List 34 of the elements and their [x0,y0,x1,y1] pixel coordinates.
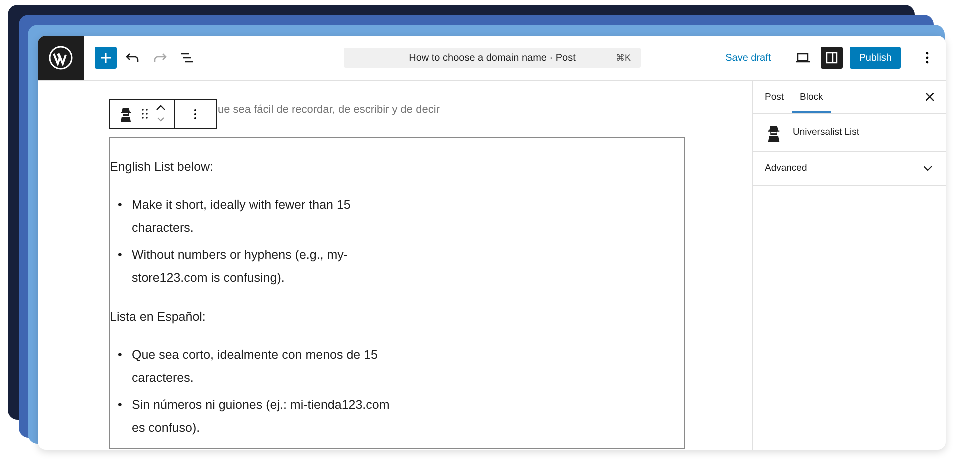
chevron-icon [924,166,932,171]
list-view-icon [180,53,194,63]
undo-icon [126,53,140,63]
bullet: • [118,347,123,364]
settings-button[interactable] [821,47,844,69]
sidebar-icon [826,52,838,64]
list-heading: Lista en Español: [110,310,207,324]
more-options-icon [926,52,928,64]
figure-icon [118,106,134,122]
wordpress-logo[interactable] [38,36,84,80]
block-name: Universalist List [793,127,860,138]
paragraph-text: ue sea fácil de recordar, de escribir y de decir [218,104,441,118]
save-draft-link[interactable]: Save draft [720,52,778,64]
list-item: Make it short, ideally with fewer than 15 characters. [132,197,352,237]
more-options-icon[interactable] [194,108,197,120]
bullet: • [118,397,123,414]
add-block-button[interactable] [95,47,117,69]
drag-handle-icon[interactable] [142,109,148,119]
list-item: Sin números ni guiones (ej.: mi-tienda123.com es confuso). [132,397,391,437]
list-item: Que sea corto, idealmente con menos de 15 caracteres. [132,347,379,387]
plus-icon [101,53,111,63]
bullet: • [118,247,123,264]
redo-icon [153,53,167,63]
list-heading: English List below: [110,160,215,174]
publish-button[interactable]: Publish [850,47,901,69]
laptop-icon [796,53,810,63]
bullet: • [118,197,123,214]
list-block[interactable] [109,137,685,449]
close-icon [926,93,934,101]
sidebar-tab[interactable]: Post [757,81,792,113]
sidebar-tab[interactable]: Block [792,81,832,113]
command-bar[interactable]: How to choose a domain name · Post ⌘K [344,48,641,68]
list-item: Without numbers or hyphens (e.g., my-store123.com is confusing). [132,247,350,287]
panel-header[interactable]: Advanced [753,152,946,186]
